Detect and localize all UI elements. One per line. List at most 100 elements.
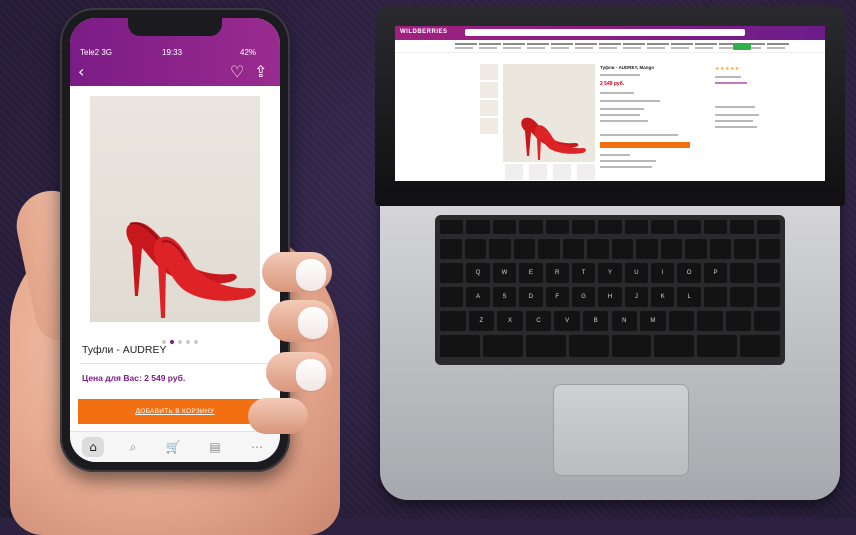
keyboard-key[interactable] bbox=[492, 220, 517, 234]
pagination-dot[interactable] bbox=[178, 340, 182, 344]
key-z[interactable]: Z bbox=[468, 311, 495, 331]
key-c[interactable]: C bbox=[525, 311, 552, 331]
site-logo[interactable]: WILDBERRIES bbox=[400, 29, 448, 35]
site-nav-item[interactable] bbox=[527, 43, 549, 45]
key-m[interactable]: M bbox=[640, 311, 666, 331]
keyboard-key[interactable] bbox=[464, 239, 486, 259]
keyboard-key[interactable] bbox=[654, 335, 695, 357]
image-pagination[interactable] bbox=[162, 331, 202, 344]
keyboard-key[interactable] bbox=[734, 239, 756, 259]
share-icon[interactable]: ⇪ bbox=[254, 64, 267, 80]
keyboard-key[interactable] bbox=[703, 287, 728, 307]
key-t[interactable]: T bbox=[571, 263, 596, 283]
keyboard-key[interactable] bbox=[440, 311, 466, 331]
keyboard-key[interactable] bbox=[756, 287, 780, 307]
pagination-dot[interactable] bbox=[194, 340, 198, 344]
thumbnail[interactable] bbox=[480, 82, 498, 98]
keyboard-key[interactable] bbox=[624, 220, 649, 234]
site-nav-item[interactable] bbox=[503, 43, 525, 45]
keyboard-key[interactable] bbox=[571, 220, 596, 234]
keyboard-key[interactable] bbox=[568, 335, 609, 357]
keyboard-key[interactable] bbox=[489, 239, 511, 259]
product-photo[interactable] bbox=[90, 96, 260, 322]
keyboard-key[interactable] bbox=[697, 335, 738, 357]
site-nav-item[interactable] bbox=[455, 43, 477, 45]
keyboard-key[interactable] bbox=[677, 220, 701, 234]
site-nav-item[interactable] bbox=[479, 43, 501, 45]
keyboard-key[interactable] bbox=[636, 239, 658, 259]
key-a[interactable]: A bbox=[466, 287, 490, 307]
back-arrow-icon[interactable]: ‹ bbox=[78, 64, 84, 80]
keyboard-key[interactable] bbox=[740, 335, 780, 357]
keyboard-key[interactable] bbox=[440, 239, 462, 259]
site-nav-item[interactable] bbox=[575, 43, 597, 45]
search-icon[interactable]: ⌕ bbox=[122, 437, 144, 457]
keyboard-key[interactable] bbox=[730, 220, 754, 234]
add-to-cart-button[interactable]: ДОБАВИТЬ В КОРЗИНУ bbox=[78, 399, 272, 424]
keyboard-key[interactable] bbox=[525, 335, 566, 357]
recommended-item[interactable] bbox=[529, 164, 547, 180]
pagination-dot-active[interactable] bbox=[170, 340, 174, 344]
key-j[interactable]: J bbox=[624, 287, 649, 307]
key-g[interactable]: G bbox=[571, 287, 596, 307]
keyboard-key[interactable] bbox=[482, 335, 523, 357]
keyboard-key[interactable] bbox=[440, 263, 464, 283]
keyboard-key[interactable] bbox=[703, 220, 728, 234]
key-o[interactable]: O bbox=[677, 263, 701, 283]
key-v[interactable]: V bbox=[554, 311, 580, 331]
site-add-to-cart-button[interactable] bbox=[600, 142, 690, 148]
site-search-input[interactable] bbox=[465, 29, 745, 36]
key-d[interactable]: D bbox=[519, 287, 543, 307]
keyboard-key[interactable] bbox=[440, 335, 480, 357]
key-i[interactable]: I bbox=[651, 263, 675, 283]
cart-icon[interactable]: 🛒 bbox=[162, 437, 184, 457]
keyboard-key[interactable] bbox=[685, 239, 707, 259]
keyboard-key[interactable] bbox=[598, 220, 622, 234]
site-nav-item[interactable] bbox=[551, 43, 573, 45]
keyboard-key[interactable] bbox=[440, 220, 464, 234]
pagination-dot[interactable] bbox=[186, 340, 190, 344]
keyboard-key[interactable] bbox=[730, 287, 754, 307]
key-u[interactable]: U bbox=[624, 263, 649, 283]
site-nav-item[interactable] bbox=[599, 43, 621, 45]
trackpad[interactable] bbox=[553, 384, 689, 476]
keyboard-key[interactable] bbox=[519, 220, 543, 234]
thumbnail[interactable] bbox=[480, 100, 498, 116]
keyboard-key[interactable] bbox=[545, 220, 569, 234]
keyboard-key[interactable] bbox=[758, 239, 780, 259]
keyboard-key[interactable] bbox=[440, 287, 464, 307]
recommended-item[interactable] bbox=[505, 164, 523, 180]
key-q[interactable]: Q bbox=[466, 263, 490, 283]
promo-badge[interactable] bbox=[733, 43, 751, 50]
key-e[interactable]: E bbox=[519, 263, 543, 283]
site-nav-item[interactable] bbox=[767, 43, 789, 45]
keyboard-key[interactable] bbox=[709, 239, 731, 259]
more-icon[interactable]: ⋯ bbox=[246, 437, 268, 457]
keyboard-key[interactable] bbox=[513, 239, 535, 259]
key-f[interactable]: F bbox=[545, 287, 569, 307]
key-p[interactable]: P bbox=[703, 263, 728, 283]
key-h[interactable]: H bbox=[598, 287, 622, 307]
thumbnail[interactable] bbox=[480, 64, 498, 80]
keyboard-key[interactable] bbox=[756, 220, 780, 234]
key-w[interactable]: W bbox=[492, 263, 517, 283]
keyboard-key[interactable] bbox=[756, 263, 780, 283]
site-nav-item[interactable] bbox=[623, 43, 645, 45]
keyboard-key[interactable] bbox=[611, 335, 652, 357]
key-l[interactable]: L bbox=[677, 287, 701, 307]
keyboard-key[interactable] bbox=[725, 311, 752, 331]
key-y[interactable]: Y bbox=[598, 263, 622, 283]
key-k[interactable]: K bbox=[651, 287, 675, 307]
recommended-item[interactable] bbox=[553, 164, 571, 180]
site-nav-item[interactable] bbox=[695, 43, 717, 45]
keyboard-key[interactable] bbox=[697, 311, 723, 331]
keyboard-key[interactable] bbox=[562, 239, 584, 259]
key-s[interactable]: S bbox=[492, 287, 517, 307]
main-product-image[interactable] bbox=[503, 64, 595, 162]
key-b[interactable]: B bbox=[582, 311, 609, 331]
key-r[interactable]: R bbox=[545, 263, 569, 283]
site-nav-item[interactable] bbox=[647, 43, 669, 45]
key-x[interactable]: X bbox=[497, 311, 523, 331]
keyboard-key[interactable] bbox=[466, 220, 490, 234]
keyboard-key[interactable] bbox=[538, 239, 560, 259]
